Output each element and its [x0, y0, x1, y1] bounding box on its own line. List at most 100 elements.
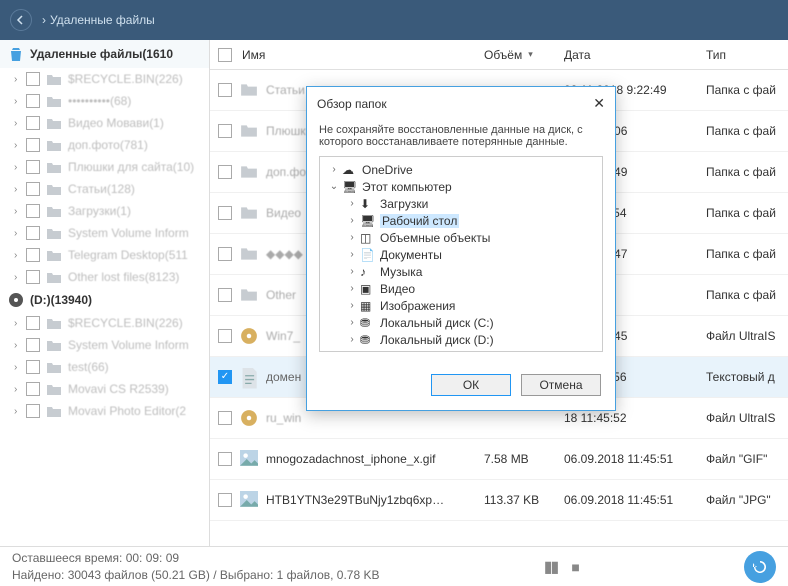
tree-node[interactable]: ›🖥Рабочий стол	[320, 212, 602, 229]
checkbox[interactable]	[218, 206, 232, 220]
sidebar-item-label: $RECYCLE.BIN(226)	[68, 72, 183, 86]
sidebar-item[interactable]: ›System Volume Inform	[0, 222, 209, 244]
file-icon	[240, 491, 258, 509]
restore-button[interactable]	[744, 551, 776, 583]
file-icon	[240, 245, 258, 263]
sort-arrow-icon: ▾	[528, 49, 533, 60]
tree-node-label: Объемные объекты	[380, 231, 490, 245]
sidebar-item[interactable]: ›System Volume Inform	[0, 334, 209, 356]
chevron-right-icon: ›	[14, 340, 26, 351]
down-icon: ⬇	[360, 197, 376, 211]
tree-node[interactable]: ›⛃Локальный диск (C:)	[320, 314, 602, 331]
file-type: Файл "JPG"	[706, 493, 788, 507]
sidebar-item[interactable]: ›доп.фото(781)	[0, 134, 209, 156]
chevron-icon[interactable]: ›	[346, 198, 358, 209]
checkbox[interactable]	[26, 248, 40, 262]
sidebar-item[interactable]: ›Movavi Photo Editor(2	[0, 400, 209, 422]
hdd-icon: ⛃	[360, 316, 376, 330]
sidebar-item[interactable]: ›Плюшки для сайта(10)	[0, 156, 209, 178]
sidebar-item[interactable]: ›Загрузки(1)	[0, 200, 209, 222]
pause-button[interactable]: ▮▮	[544, 557, 558, 577]
trash-icon	[8, 46, 24, 62]
checkbox[interactable]	[26, 404, 40, 418]
checkbox[interactable]	[218, 83, 232, 97]
chevron-icon[interactable]: ›	[346, 266, 358, 277]
chevron-icon[interactable]: ›	[328, 164, 340, 175]
breadcrumb-current[interactable]: Удаленные файлы	[50, 13, 155, 27]
sidebar-item[interactable]: ›Other lost files(8123)	[0, 266, 209, 288]
chevron-icon[interactable]: ›	[346, 215, 358, 226]
doc-icon: 📄	[360, 248, 376, 262]
chevron-right-icon: ›	[14, 184, 26, 195]
file-type: Папка с фай	[706, 247, 788, 261]
sidebar-item[interactable]: ›Movavi CS R2539)	[0, 378, 209, 400]
checkbox[interactable]	[26, 360, 40, 374]
tree-node[interactable]: ⌄🖥Этот компьютер	[320, 178, 602, 195]
select-all-checkbox[interactable]	[218, 48, 232, 62]
chevron-icon[interactable]: ›	[346, 334, 358, 345]
stop-button[interactable]: ■	[571, 559, 579, 575]
checkbox[interactable]	[26, 72, 40, 86]
sidebar-item[interactable]: ›Telegram Desktop(511	[0, 244, 209, 266]
file-name: mnogozadachnost_iphone_x.gif	[266, 452, 484, 466]
checkbox[interactable]	[218, 452, 232, 466]
chevron-icon[interactable]: ›	[346, 300, 358, 311]
tree-node[interactable]: ›▣Видео	[320, 280, 602, 297]
ok-button[interactable]: ОК	[431, 374, 511, 396]
tree-node[interactable]: ›📄Документы	[320, 246, 602, 263]
sidebar-item[interactable]: ›Видео Мовави(1)	[0, 112, 209, 134]
folder-tree[interactable]: ›☁OneDrive⌄🖥Этот компьютер›⬇Загрузки›🖥Ра…	[319, 156, 603, 352]
checkbox[interactable]	[26, 94, 40, 108]
chevron-icon[interactable]: ›	[346, 283, 358, 294]
file-date: 06.09.2018 11:45:51	[564, 493, 706, 507]
sidebar-disk[interactable]: (D:)(13940)	[0, 288, 209, 312]
table-row[interactable]: mnogozadachnost_iphone_x.gif7.58 MB06.09…	[210, 439, 788, 480]
tree-node[interactable]: ›☁OneDrive	[320, 161, 602, 178]
tree-node[interactable]: ›⛃Локальный диск (D:)	[320, 331, 602, 348]
col-name[interactable]: Имя	[240, 48, 484, 62]
checkbox[interactable]	[26, 270, 40, 284]
close-icon[interactable]: ✕	[593, 95, 605, 112]
checkbox[interactable]	[26, 116, 40, 130]
chevron-right-icon: ›	[14, 206, 26, 217]
checkbox[interactable]: ✓	[218, 370, 232, 384]
checkbox[interactable]	[26, 160, 40, 174]
chevron-icon[interactable]: ›	[346, 232, 358, 243]
sidebar-header[interactable]: Удаленные файлы(1610	[0, 40, 209, 68]
tree-node[interactable]: ›◫Объемные объекты	[320, 229, 602, 246]
sidebar-item[interactable]: ›$RECYCLE.BIN(226)	[0, 312, 209, 334]
checkbox[interactable]	[218, 329, 232, 343]
checkbox[interactable]	[218, 493, 232, 507]
file-type: Папка с фай	[706, 124, 788, 138]
checkbox[interactable]	[218, 411, 232, 425]
hdd-icon: ⛃	[360, 333, 376, 347]
checkbox[interactable]	[218, 247, 232, 261]
sidebar-title: Удаленные файлы(1610	[30, 47, 173, 61]
checkbox[interactable]	[26, 338, 40, 352]
checkbox[interactable]	[218, 288, 232, 302]
checkbox[interactable]	[26, 382, 40, 396]
sidebar-item[interactable]: ›••••••••••(68)	[0, 90, 209, 112]
checkbox[interactable]	[26, 138, 40, 152]
col-size[interactable]: Объём▾	[484, 48, 564, 62]
tree-node[interactable]: ›⬇Загрузки	[320, 195, 602, 212]
tree-node[interactable]: ›▦Изображения	[320, 297, 602, 314]
checkbox[interactable]	[218, 165, 232, 179]
chevron-icon[interactable]: ›	[346, 317, 358, 328]
col-date[interactable]: Дата	[564, 48, 706, 62]
sidebar-item[interactable]: ›$RECYCLE.BIN(226)	[0, 68, 209, 90]
chevron-icon[interactable]: ⌄	[328, 181, 340, 192]
tree-node[interactable]: ›♪Музыка	[320, 263, 602, 280]
sidebar-item[interactable]: ›Статьи(128)	[0, 178, 209, 200]
table-row[interactable]: HTB1YTN3e29TBuNjy1zbq6xp…113.37 KB06.09.…	[210, 480, 788, 521]
checkbox[interactable]	[26, 182, 40, 196]
cancel-button[interactable]: Отмена	[521, 374, 601, 396]
back-button[interactable]	[10, 9, 32, 31]
chevron-icon[interactable]: ›	[346, 249, 358, 260]
checkbox[interactable]	[26, 204, 40, 218]
checkbox[interactable]	[218, 124, 232, 138]
checkbox[interactable]	[26, 316, 40, 330]
checkbox[interactable]	[26, 226, 40, 240]
sidebar-item[interactable]: ›test(66)	[0, 356, 209, 378]
col-type[interactable]: Тип	[706, 48, 788, 62]
